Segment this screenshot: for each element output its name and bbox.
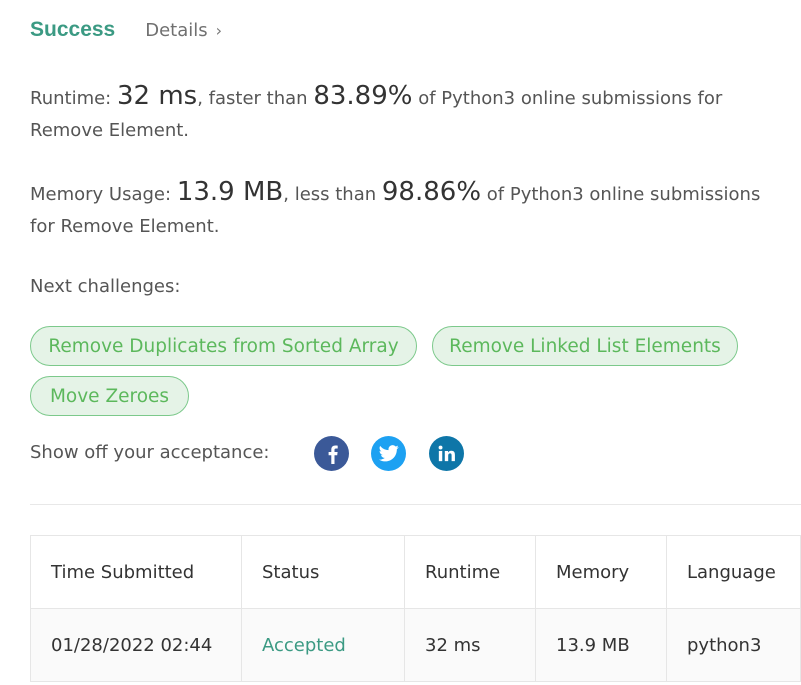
- memory-value: 13.9 MB: [176, 177, 284, 207]
- share-label: Show off your acceptance:: [30, 442, 270, 463]
- column-header-runtime[interactable]: Runtime: [404, 535, 536, 609]
- chevron-right-icon: ›: [215, 21, 223, 40]
- column-header-memory[interactable]: Memory: [535, 535, 667, 609]
- runtime-comparison: , faster than: [197, 88, 308, 109]
- facebook-icon: [328, 445, 338, 464]
- runtime-label: Runtime:: [30, 88, 112, 109]
- cell-memory: 13.9 MB: [535, 608, 667, 682]
- runtime-percent: 83.89%: [313, 81, 413, 111]
- result-header: Success Details ›: [30, 18, 222, 42]
- runtime-stat: Runtime: 32 ms, faster than 83.89% of Py…: [30, 80, 790, 147]
- challenge-pill-move-zeroes[interactable]: Move Zeroes: [30, 376, 189, 416]
- details-label[interactable]: Details: [145, 20, 207, 41]
- cell-language: python3: [666, 608, 801, 682]
- challenge-pill-remove-linked-list-elements[interactable]: Remove Linked List Elements: [432, 326, 738, 366]
- twitter-share-button[interactable]: [371, 436, 406, 471]
- section-divider: [30, 504, 801, 505]
- next-challenges-label: Next challenges:: [30, 276, 181, 297]
- cell-runtime: 32 ms: [404, 608, 536, 682]
- runtime-value: 32 ms: [116, 81, 198, 111]
- linkedin-icon: [438, 445, 455, 462]
- table-header-row: Time Submitted Status Runtime Memory Lan…: [30, 535, 801, 609]
- twitter-icon: [378, 445, 399, 462]
- details-link[interactable]: Details ›: [145, 20, 222, 41]
- facebook-share-button[interactable]: [314, 436, 349, 471]
- column-header-status[interactable]: Status: [241, 535, 405, 609]
- result-status-title: Success: [30, 18, 116, 41]
- table-row: 01/28/2022 02:44 Accepted 32 ms 13.9 MB …: [30, 608, 801, 682]
- challenge-pill-remove-duplicates[interactable]: Remove Duplicates from Sorted Array: [30, 326, 417, 366]
- column-header-language[interactable]: Language: [666, 535, 801, 609]
- linkedin-share-button[interactable]: [429, 436, 464, 471]
- memory-percent: 98.86%: [381, 177, 482, 207]
- memory-label: Memory Usage:: [30, 184, 172, 205]
- submissions-table: Time Submitted Status Runtime Memory Lan…: [30, 535, 801, 682]
- memory-stat: Memory Usage: 13.9 MB, less than 98.86% …: [30, 176, 790, 243]
- memory-comparison: , less than: [283, 184, 377, 205]
- cell-status-link[interactable]: Accepted: [241, 608, 405, 682]
- column-header-time-submitted[interactable]: Time Submitted: [30, 535, 242, 609]
- cell-time-submitted: 01/28/2022 02:44: [30, 608, 242, 682]
